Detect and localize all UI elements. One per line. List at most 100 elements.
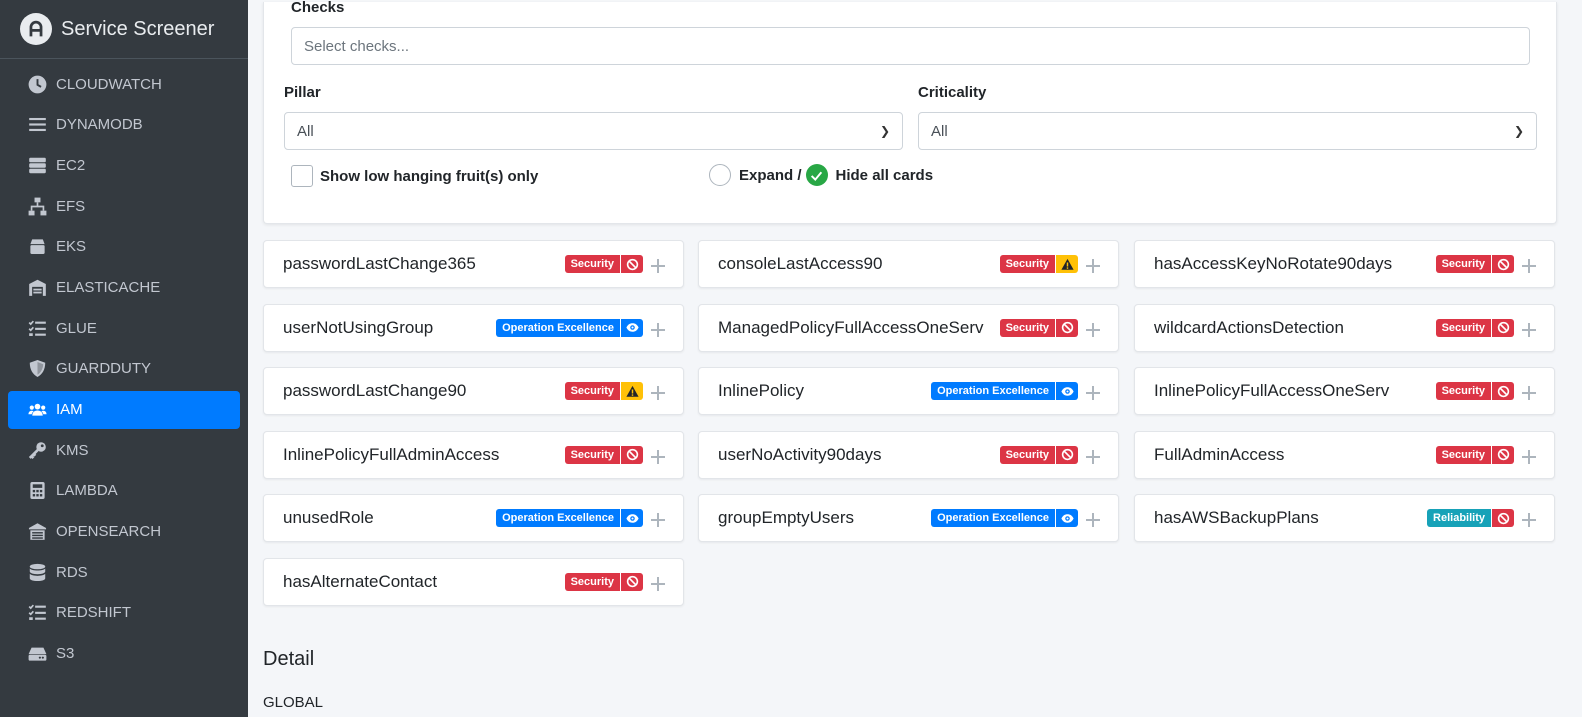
pillar-select[interactable]: All ❯ <box>284 112 903 150</box>
sidebar-item-s3[interactable]: S3 <box>8 635 240 673</box>
check-card[interactable]: hasAlternateContact Security <box>263 557 684 606</box>
sidebar-item-eks[interactable]: EKS <box>8 228 240 266</box>
check-card-badges: Security <box>999 318 1078 337</box>
check-card[interactable]: passwordLastChange90 Security <box>263 367 684 415</box>
check-card[interactable]: InlinePolicy Operation Excellence <box>698 367 1119 415</box>
pillar-badge: Security <box>999 255 1055 273</box>
ban-icon <box>1492 318 1514 337</box>
eye-icon <box>625 323 639 332</box>
check-card-badges: Security <box>1435 318 1514 337</box>
sidebar-item-efs[interactable]: EFS <box>8 187 240 225</box>
hdd-icon <box>26 644 48 664</box>
warning-icon <box>1056 255 1078 273</box>
warning-icon <box>1060 258 1074 270</box>
expand-plus-icon[interactable] <box>1522 449 1536 464</box>
brand-logo-icon <box>20 13 52 45</box>
ban-icon <box>1497 448 1509 461</box>
check-card[interactable]: groupEmptyUsers Operation Excellence <box>698 494 1119 542</box>
expand-plus-icon[interactable] <box>1086 449 1100 464</box>
main-content: Checks Pillar All ❯ Criticality All ❯ Sh… <box>248 0 1582 717</box>
check-card[interactable]: InlinePolicyFullAdminAccess Security <box>263 430 684 479</box>
hide-radio[interactable] <box>805 164 828 186</box>
sidebar-item-guardduty[interactable]: GUARDDUTY <box>8 350 240 388</box>
ban-icon <box>1056 445 1078 464</box>
expand-plus-icon[interactable] <box>651 259 665 273</box>
expand-plus-icon[interactable] <box>1086 322 1100 337</box>
check-card-badges: Operation Excellence <box>496 318 643 337</box>
ban-icon <box>626 258 638 270</box>
check-card[interactable]: FullAdminAccess Security <box>1134 430 1555 479</box>
expand-plus-icon[interactable] <box>651 449 665 464</box>
pillar-badge: Security <box>564 382 620 400</box>
expand-plus-icon[interactable] <box>1086 386 1100 400</box>
low-hanging-fruit-checkbox[interactable] <box>291 165 313 187</box>
check-card-badges: Security <box>999 255 1078 273</box>
sidebar-item-glue[interactable]: GLUE <box>8 309 240 347</box>
check-card[interactable]: hasAccessKeyNoRotate90days Security <box>1134 240 1555 288</box>
ban-icon <box>621 255 643 273</box>
pillar-badge: Operation Excellence <box>496 318 620 337</box>
check-card-badges: Reliability <box>1427 509 1514 527</box>
check-card-badges: Security <box>1435 382 1514 400</box>
expand-plus-icon[interactable] <box>651 513 665 527</box>
check-card-badges: Security <box>564 255 643 273</box>
warning-icon <box>625 385 639 397</box>
ban-icon <box>1492 445 1514 464</box>
check-card-title: InlinePolicyFullAdminAccess <box>283 444 500 464</box>
sidebar-item-lambda[interactable]: LAMBDA <box>8 472 240 510</box>
expand-plus-icon[interactable] <box>1522 386 1536 400</box>
sidebar-item-redshift[interactable]: REDSHIFT <box>8 594 240 632</box>
sidebar-item-label: DYNAMODB <box>56 116 143 134</box>
expand-plus-icon[interactable] <box>1086 513 1100 527</box>
check-card[interactable]: unusedRole Operation Excellence <box>263 494 684 542</box>
sidebar-item-iam[interactable]: IAM <box>8 390 240 429</box>
brand[interactable]: Service Screener <box>0 0 248 59</box>
check-card[interactable]: ManagedPolicyFullAccessOneServ Security <box>698 303 1119 352</box>
check-card[interactable]: wildcardActionsDetection Security <box>1134 303 1555 352</box>
ban-icon <box>1061 321 1073 334</box>
eye-icon <box>625 513 639 523</box>
check-card[interactable]: passwordLastChange365 Security <box>263 240 684 288</box>
check-card-title: ManagedPolicyFullAccessOneServ <box>718 317 984 337</box>
expand-plus-icon[interactable] <box>651 386 665 400</box>
sidebar-item-ec2[interactable]: EC2 <box>8 146 240 184</box>
check-card-badges: Security <box>564 572 643 591</box>
warning-icon <box>621 382 643 400</box>
sidebar-item-label: EC2 <box>56 156 86 174</box>
criticality-select[interactable]: All ❯ <box>918 112 1537 150</box>
sidebar-item-rds[interactable]: RDS <box>8 553 240 591</box>
pillar-select-value: All <box>297 122 314 140</box>
expand-plus-icon[interactable] <box>1522 513 1536 527</box>
sidebar-item-kms[interactable]: KMS <box>8 431 240 469</box>
check-card[interactable]: userNotUsingGroup Operation Excellence <box>263 303 684 352</box>
check-icon <box>810 171 823 181</box>
check-card[interactable]: InlinePolicyFullAccessOneServ Security <box>1134 367 1555 415</box>
sidebar-item-label: EKS <box>56 238 87 256</box>
eye-icon <box>621 509 643 527</box>
sidebar-item-cloudwatch[interactable]: CLOUDWATCH <box>8 65 240 103</box>
checks-input[interactable] <box>291 27 1530 65</box>
clock-icon <box>26 74 48 94</box>
ban-icon <box>1056 318 1078 337</box>
check-card[interactable]: userNoActivity90days Security <box>698 430 1119 479</box>
expand-plus-icon[interactable] <box>651 576 665 591</box>
check-card[interactable]: hasAWSBackupPlans Reliability <box>1134 494 1555 542</box>
expand-radio[interactable] <box>709 164 731 186</box>
check-card-title: passwordLastChange365 <box>283 254 476 273</box>
check-card-title: hasAlternateContact <box>283 571 438 591</box>
expand-label: Expand / <box>739 166 802 184</box>
pillar-badge: Security <box>564 255 620 273</box>
check-card-badges: Security <box>1435 445 1514 464</box>
check-card[interactable]: consoleLastAccess90 Security <box>698 240 1119 288</box>
server-icon <box>26 155 48 175</box>
expand-plus-icon[interactable] <box>1086 259 1100 273</box>
sidebar-item-dynamodb[interactable]: DYNAMODB <box>8 106 240 144</box>
sidebar-item-label: S3 <box>56 645 75 663</box>
sidebar-item-elasticache[interactable]: ELASTICACHE <box>8 268 240 306</box>
ban-icon <box>1492 509 1514 527</box>
expand-plus-icon[interactable] <box>1522 322 1536 337</box>
expand-plus-icon[interactable] <box>1522 259 1536 273</box>
sidebar-item-label: IAM <box>56 401 83 418</box>
expand-plus-icon[interactable] <box>651 322 665 337</box>
sidebar-item-opensearch[interactable]: OPENSEARCH <box>8 513 240 551</box>
